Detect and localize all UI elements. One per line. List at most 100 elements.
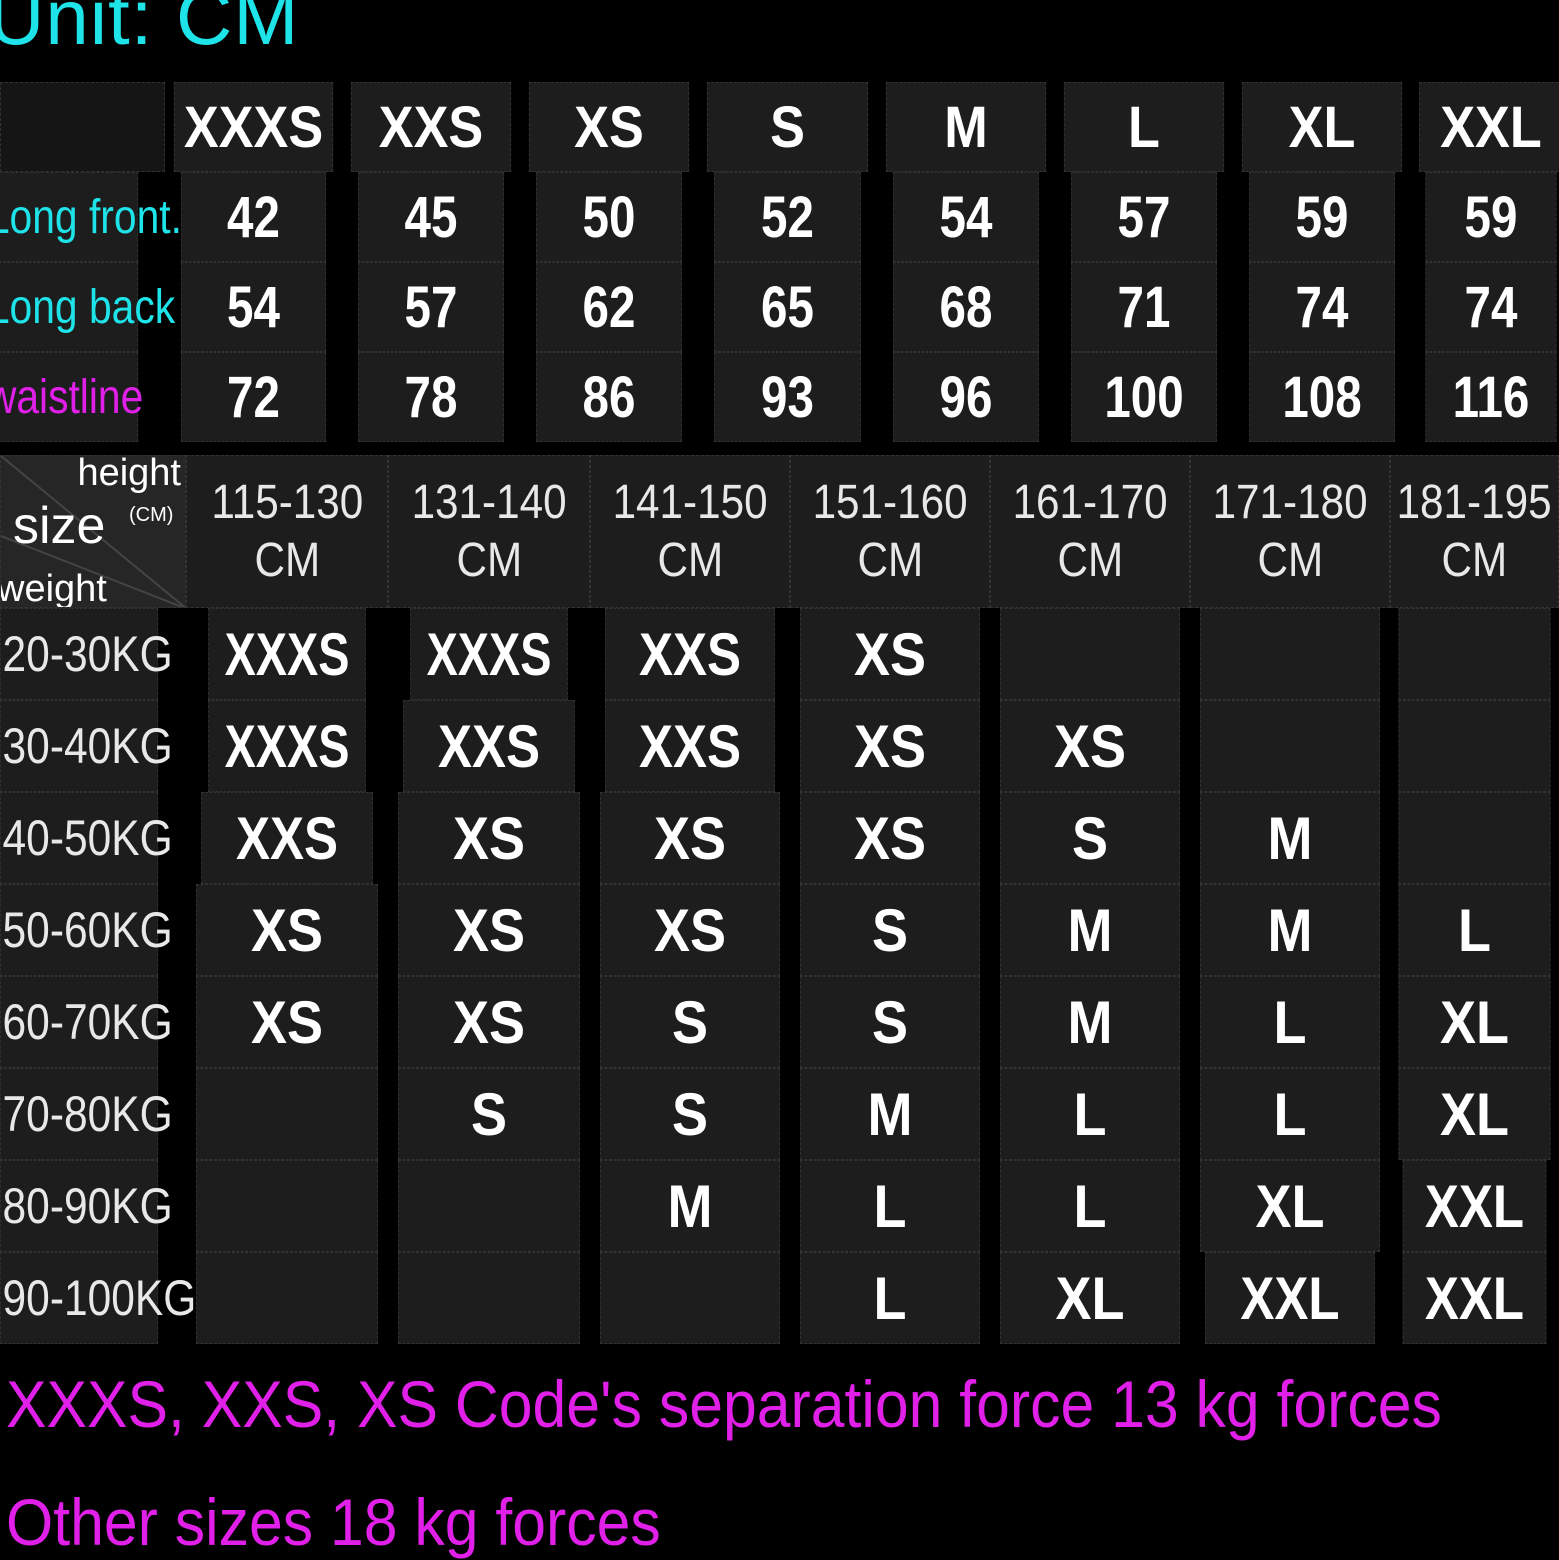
height-unit: CM [1057, 533, 1123, 587]
size-cell: XXXS [208, 608, 366, 700]
size-cell: L [1398, 884, 1551, 976]
measurement-value: 45 [358, 172, 504, 262]
size-cell [1398, 792, 1551, 884]
size-cell: XS [196, 976, 378, 1068]
height-range: 171-180 [1212, 475, 1368, 529]
height-header: 115-130 CM [186, 455, 388, 608]
size-cell: XXL [1402, 1252, 1547, 1344]
size-cell: XXS [605, 608, 775, 700]
size-cell [1398, 700, 1551, 792]
size-cell [600, 1252, 780, 1344]
size-cell: XS [800, 700, 980, 792]
size-cell [398, 1252, 580, 1344]
size-cell: XL [1000, 1252, 1180, 1344]
weight-label: 60-70KG [0, 976, 173, 1068]
size-cell: XXXS [208, 700, 366, 792]
weight-label: 20-30KG [0, 608, 173, 700]
height-unit: CM [857, 533, 923, 587]
measurement-value: 42 [180, 172, 327, 262]
height-unit: CM [657, 533, 723, 587]
height-unit: CM [1257, 533, 1323, 587]
height-unit: CM [456, 533, 522, 587]
height-label: height [77, 455, 181, 494]
measurement-row-label: waistline [0, 352, 143, 442]
size-header: XXXS [173, 82, 334, 172]
size-cell: XS [1000, 700, 1180, 792]
size-cell [1200, 608, 1380, 700]
height-header: 181-195 CM [1390, 455, 1559, 608]
size-cell: L [800, 1160, 980, 1252]
note-other-sizes: Other sizes 18 kg forces [6, 1485, 661, 1559]
measurement-value: 72 [180, 352, 327, 442]
size-cell: L [800, 1252, 980, 1344]
measurement-value: 57 [358, 262, 504, 352]
measurement-value: 59 [1425, 172, 1557, 262]
measurement-value: 54 [893, 172, 1039, 262]
size-cell: S [800, 976, 980, 1068]
height-header: 161-170 CM [990, 455, 1190, 608]
measurement-value: 78 [358, 352, 504, 442]
measurement-value: 68 [893, 262, 1039, 352]
height-range: 131-140 [411, 475, 567, 529]
size-cell [196, 1068, 378, 1160]
size-cell: XS [398, 976, 580, 1068]
size-cell: L [1000, 1068, 1180, 1160]
size-cell: XXL [1205, 1252, 1375, 1344]
size-cell [1398, 608, 1551, 700]
size-cell: S [1000, 792, 1180, 884]
height-header: 141-150 CM [590, 455, 790, 608]
weight-label: 40-50KG [0, 792, 173, 884]
size-cell: M [1200, 884, 1380, 976]
size-cell: M [800, 1068, 980, 1160]
size-cell: M [1200, 792, 1380, 884]
size-cell [196, 1252, 378, 1344]
measurement-row-label: Long front. [0, 172, 182, 262]
size-recommendation-table: height size (CM) weight 115-130 CM 131-140 CM 14… [0, 455, 1559, 1345]
size-cell: M [1000, 976, 1180, 1068]
unit-title: Unit: CM [0, 0, 300, 61]
size-header: XXL [1419, 82, 1559, 172]
height-header: 131-140 CM [388, 455, 590, 608]
size-header: S [706, 82, 869, 172]
size-cell: L [1200, 976, 1380, 1068]
weight-label: 50-60KG [0, 884, 173, 976]
size-cell: XXS [403, 700, 575, 792]
measurement-value: 108 [1249, 352, 1395, 442]
weight-label: weight [0, 568, 107, 608]
height-unit: CM [254, 533, 320, 587]
measurement-value: 50 [536, 172, 682, 262]
size-cell: XXS [605, 700, 775, 792]
size-cell [196, 1160, 378, 1252]
height-range: 141-150 [612, 475, 768, 529]
size-header: XS [528, 82, 690, 172]
size-cell: XXL [1402, 1160, 1547, 1252]
height-range: 151-160 [812, 475, 968, 529]
size-cell: XL [1398, 1068, 1551, 1160]
height-range: 161-170 [1012, 475, 1168, 529]
size-cell: XXXS [410, 608, 568, 700]
note-small-sizes: XXXS, XXS, XS Code's separation force 13… [6, 1367, 1442, 1441]
unit-label: (CM) [129, 504, 174, 526]
weight-label: 80-90KG [0, 1160, 173, 1252]
height-header: 151-160 CM [790, 455, 990, 608]
measurement-value: 96 [893, 352, 1039, 442]
size-cell: M [1000, 884, 1180, 976]
measurement-value: 74 [1249, 262, 1395, 352]
weight-label: 70-80KG [0, 1068, 173, 1160]
measurement-value: 116 [1425, 352, 1557, 442]
size-cell: L [1000, 1160, 1180, 1252]
size-cell: XS [800, 608, 980, 700]
height-header: 171-180 CM [1190, 455, 1390, 608]
size-header: M [885, 82, 1047, 172]
measurement-value: 74 [1425, 262, 1557, 352]
size-cell: XS [398, 884, 580, 976]
size-cell: S [600, 976, 780, 1068]
height-weight-corner: height size (CM) weight [0, 455, 186, 608]
measurement-value: 62 [536, 262, 682, 352]
size-cell [398, 1160, 580, 1252]
measurement-table: XXXS XXS XS S M L XL XXL Long front. 42 45 50 52 54 57… [0, 82, 1559, 442]
size-cell: L [1200, 1068, 1380, 1160]
size-cell: XS [196, 884, 378, 976]
measurement-value: 65 [714, 262, 861, 352]
size-label: size [13, 497, 106, 555]
